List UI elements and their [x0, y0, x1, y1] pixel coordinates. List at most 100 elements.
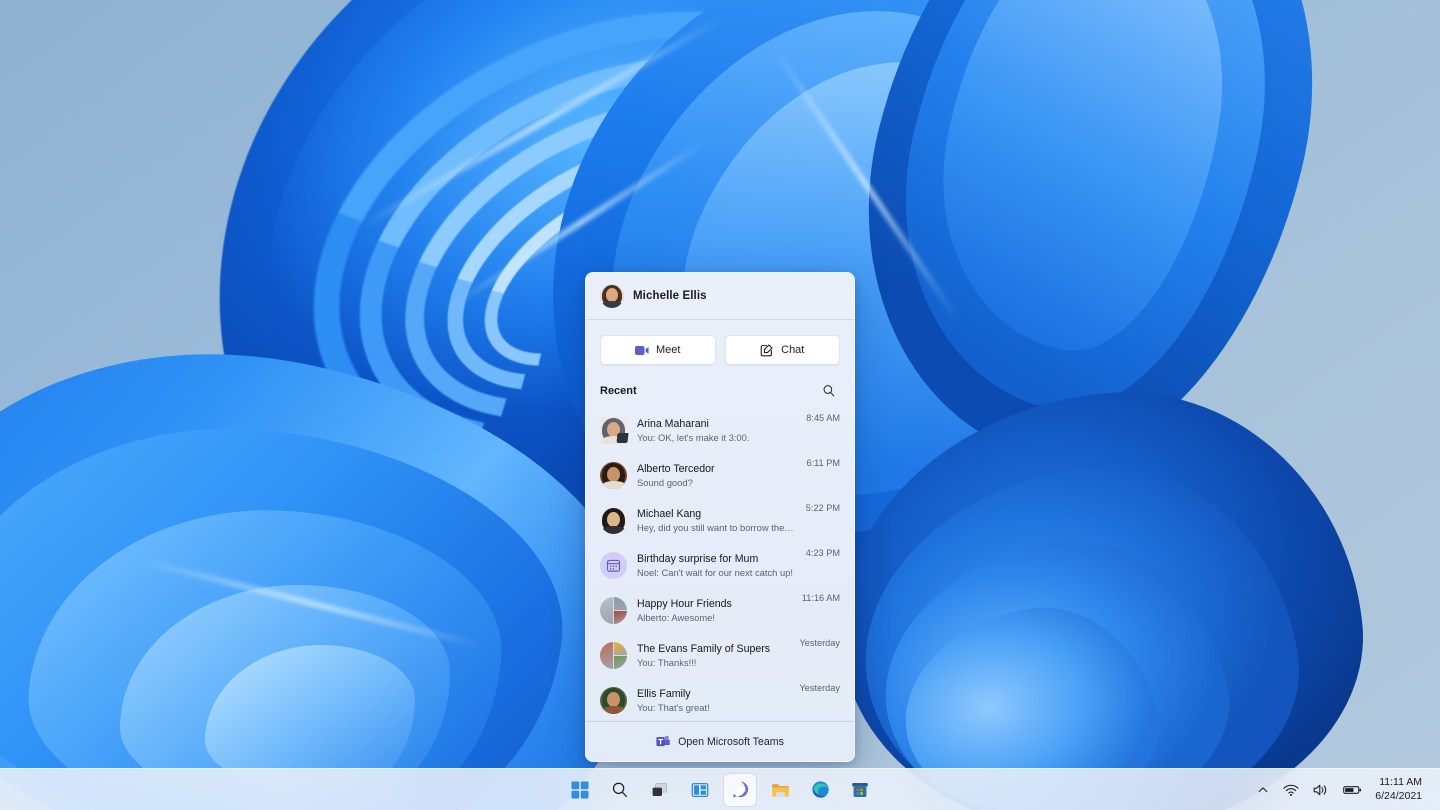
chat-timestamp: 5:22 PM	[805, 503, 840, 513]
chat-timestamp: 8:45 AM	[806, 413, 840, 423]
teams-chat-flyout[interactable]: Michelle Ellis Meet Chat Recent Arina Ma…	[585, 272, 855, 762]
happy-hour-friends-group-avatar	[600, 597, 627, 624]
search-icon[interactable]	[818, 380, 840, 402]
chevron-up-icon	[1257, 784, 1269, 796]
chat-text: Alberto Tercedor Sound good?	[637, 463, 796, 489]
michael-kang-avatar	[600, 507, 627, 534]
taskbar-buttons	[564, 773, 876, 806]
store-button[interactable]	[844, 774, 876, 806]
chat-list-item[interactable]: Arina Maharani You: OK, let's make it 3:0…	[586, 408, 854, 453]
chat-list-item[interactable]: Alberto Tercedor Sound good? 6:11 PM	[586, 453, 854, 498]
compose-message-icon	[760, 343, 774, 357]
chat-preview: Hey, did you still want to borrow the no…	[637, 521, 796, 533]
search-icon	[611, 781, 629, 799]
wallpaper-stack-2	[863, 0, 1307, 440]
chat-timestamp: Yesterday	[799, 683, 840, 693]
ellis-family-avatar	[600, 687, 627, 714]
open-teams-label: Open Microsoft Teams	[678, 735, 784, 748]
show-hidden-icons-button[interactable]	[1250, 773, 1276, 807]
wallpaper-highlight-1	[356, 15, 724, 232]
chat-text: Michael Kang Hey, did you still want to b…	[637, 508, 796, 534]
chat-name: Arina Maharani	[637, 417, 709, 430]
chat-timestamp: Yesterday	[799, 638, 840, 648]
profile-name: Michelle Ellis	[633, 290, 707, 302]
chat-name: Ellis Family	[637, 687, 691, 700]
panel-header: Michelle Ellis	[586, 273, 854, 320]
video-camera-icon	[635, 345, 649, 356]
chat-name: The Evans Family of Supers	[637, 642, 771, 655]
open-microsoft-teams-button[interactable]: Open Microsoft Teams	[586, 721, 854, 761]
wallpaper-fold-1	[0, 297, 680, 810]
start-button[interactable]	[564, 774, 596, 806]
chat-list-item[interactable]: Ellis Family You: That's great! Yesterday	[586, 678, 854, 721]
chat-list-item[interactable]: The Evans Family of Supers You: Thanks!!!…	[586, 633, 854, 678]
chat-text: Ellis Family You: That's great!	[637, 688, 789, 714]
chat-text: Birthday surprise for Mum Noel: Can't wai…	[637, 553, 796, 579]
folder-icon	[771, 781, 790, 799]
chat-button-label: Chat	[781, 344, 805, 356]
clock-time: 11:11 AM	[1379, 776, 1422, 789]
chat-text: The Evans Family of Supers You: Thanks!!!	[637, 643, 789, 669]
clock-date: 6/24/2021	[1375, 789, 1422, 802]
wallpaper-fold-3	[21, 497, 509, 810]
recent-bar: Recent	[586, 378, 854, 408]
volume-button[interactable]	[1306, 773, 1336, 807]
wallpaper-stack-1	[811, 0, 1369, 502]
desktop[interactable]: Michelle Ellis Meet Chat Recent Arina Ma…	[0, 0, 1440, 810]
microsoft-edge-icon	[811, 780, 830, 799]
search-button[interactable]	[604, 774, 636, 806]
chat-preview: You: That's great!	[637, 701, 710, 713]
chat-timestamp: 4:23 PM	[805, 548, 840, 558]
arina-maharani-avatar	[600, 417, 629, 444]
widgets-button[interactable]	[684, 774, 716, 806]
chat-preview: Noel: Can't wait for our next catch up!	[637, 566, 794, 578]
chat-preview: You: Thanks!!!	[637, 656, 697, 668]
calendar-icon	[600, 552, 627, 579]
wallpaper-lobe-2	[842, 441, 1318, 810]
avatar	[600, 284, 624, 308]
windows-logo-icon	[571, 781, 589, 799]
evans-family-group-avatar	[600, 642, 627, 669]
teams-chat-icon	[731, 780, 750, 799]
taskbar[interactable]: 11:11 AM 6/24/2021	[0, 768, 1440, 810]
wallpaper-stack-3	[914, 0, 1251, 370]
chat-name: Happy Hour Friends	[637, 597, 732, 610]
chat-timestamp: 6:11 PM	[806, 458, 840, 468]
wallpaper-fold-2	[0, 398, 581, 810]
system-tray: 11:11 AM 6/24/2021	[1250, 769, 1432, 810]
battery-button[interactable]	[1336, 773, 1369, 807]
task-view-button[interactable]	[644, 774, 676, 806]
microsoft-teams-icon	[656, 735, 670, 748]
edge-button[interactable]	[804, 774, 836, 806]
meet-button[interactable]: Meet	[600, 335, 716, 365]
battery-icon	[1343, 784, 1362, 796]
wallpaper-lobe-3	[865, 520, 1245, 810]
network-button[interactable]	[1276, 773, 1306, 807]
chat-preview: You: OK, let's make it 3:00.	[637, 431, 750, 443]
chat-text: Happy Hour Friends Alberto: Awesome!	[637, 598, 792, 624]
recent-chat-list[interactable]: Arina Maharani You: OK, let's make it 3:0…	[586, 408, 854, 721]
chat-list-item[interactable]: Happy Hour Friends Alberto: Awesome! 11:16…	[586, 588, 854, 633]
chat-preview: Sound good?	[637, 476, 693, 488]
speaker-icon	[1313, 783, 1329, 797]
task-view-icon	[651, 781, 669, 799]
chat-text: Arina Maharani You: OK, let's make it 3:0…	[637, 418, 796, 444]
chat-name: Birthday surprise for Mum	[637, 552, 759, 565]
chat-list-item[interactable]: Birthday surprise for Mum Noel: Can't wai…	[586, 543, 854, 588]
chat-button[interactable]: Chat	[724, 335, 840, 365]
recent-title: Recent	[600, 385, 637, 397]
wallpaper-lobe-1	[818, 369, 1382, 810]
chat-list-item[interactable]: Michael Kang Hey, did you still want to b…	[586, 498, 854, 543]
microsoft-store-icon	[851, 781, 869, 799]
widgets-icon	[691, 781, 709, 799]
chat-timestamp: 11:16 AM	[801, 593, 840, 603]
file-explorer-button[interactable]	[764, 774, 796, 806]
alberto-tercedor-avatar	[600, 462, 627, 489]
chat-button[interactable]	[724, 773, 756, 806]
action-buttons: Meet Chat	[586, 320, 854, 378]
meet-button-label: Meet	[656, 344, 681, 356]
chat-name: Michael Kang	[637, 507, 702, 520]
clock[interactable]: 11:11 AM 6/24/2021	[1369, 773, 1432, 807]
birthday-surprise-group-avatar	[600, 552, 627, 579]
avatar-badge	[616, 433, 629, 443]
